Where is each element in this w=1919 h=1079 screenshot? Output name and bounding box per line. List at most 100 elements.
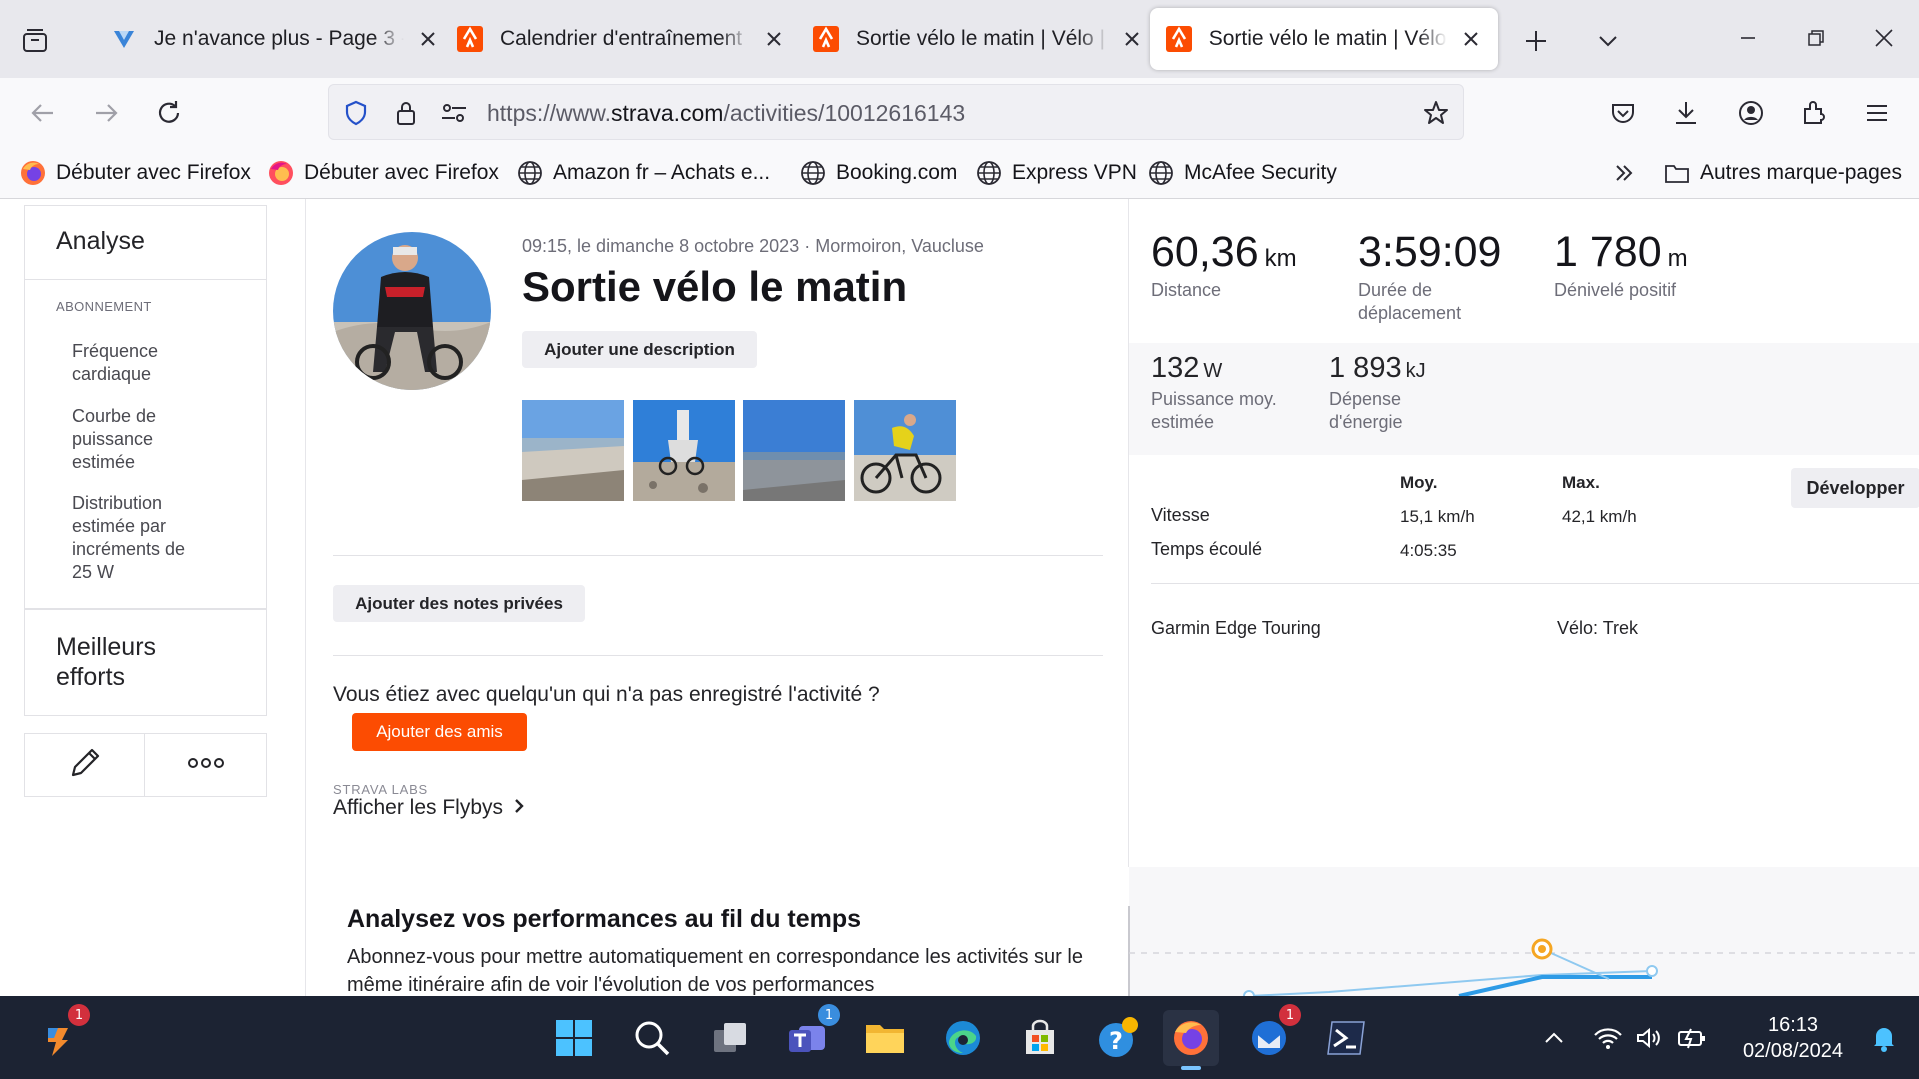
url-text[interactable]: https://www.strava.com/activities/100126… xyxy=(487,100,965,127)
bookmark-booking[interactable]: Booking.com xyxy=(800,158,957,188)
sidebar-item-power-distribution[interactable]: Distribution estimée par incréments de 2… xyxy=(72,492,222,584)
extensions-icon[interactable] xyxy=(1791,90,1837,136)
mail-v-icon xyxy=(110,25,138,53)
stat-distance: 60,36 km Distance xyxy=(1151,228,1297,302)
search-icon[interactable] xyxy=(624,1010,680,1066)
distance-unit: km xyxy=(1264,245,1297,272)
item-line: incréments de xyxy=(72,539,186,559)
pencil-icon xyxy=(65,743,105,788)
bookmark-firefox-1[interactable]: Débuter avec Firefox xyxy=(20,158,251,188)
taskbar-app-weather-icon[interactable]: 1 xyxy=(30,1004,90,1066)
distance-label: Distance xyxy=(1151,280,1222,300)
promo-body: Abonnez-vous pour mettre automatiquement… xyxy=(347,946,1083,996)
bookmark-label: McAfee Security xyxy=(1184,161,1337,184)
tab-activity-active[interactable]: Sortie vélo le matin | Vélo | xyxy=(1150,8,1498,70)
teams-icon[interactable]: 1 xyxy=(780,1004,840,1066)
row-label-elapsed: Temps écoulé xyxy=(1151,539,1263,559)
more-bookmarks-chevron-icon[interactable] xyxy=(1612,158,1636,188)
new-tab-icon[interactable] xyxy=(1515,20,1557,62)
bookmark-firefox-2[interactable]: Débuter avec Firefox xyxy=(268,158,499,188)
promo-title: Analysez vos performances au fil du temp… xyxy=(347,905,862,933)
close-tab-icon[interactable] xyxy=(416,27,440,51)
minimize-icon[interactable] xyxy=(1718,14,1778,62)
tracking-protection-shield-icon[interactable] xyxy=(341,98,371,128)
reload-icon[interactable] xyxy=(146,90,192,136)
menu-hamburger-icon[interactable] xyxy=(1854,90,1900,136)
activity-photo-1[interactable] xyxy=(522,400,624,501)
bike-name: Vélo: Trek xyxy=(1557,618,1639,638)
system-clock[interactable]: 16:13 02/08/2024 xyxy=(1728,1012,1858,1064)
volume-icon[interactable] xyxy=(1631,1020,1667,1056)
energy-value: 1 893 xyxy=(1329,352,1402,384)
activity-photo-2[interactable] xyxy=(633,400,735,501)
col-avg-header: Moy. xyxy=(1400,473,1438,492)
chevron-right-icon xyxy=(513,796,525,820)
permissions-icon[interactable] xyxy=(439,98,469,128)
elevation-unit: m xyxy=(1667,245,1688,272)
restore-icon[interactable] xyxy=(1786,14,1846,62)
downloads-icon[interactable] xyxy=(1663,90,1709,136)
sidebar-item-power-curve[interactable]: Courbe de puissance estimée xyxy=(72,405,222,474)
notifications-bell-icon[interactable] xyxy=(1866,1020,1902,1056)
firefox-view-icon[interactable] xyxy=(14,20,56,62)
promo-chart-graphic xyxy=(1129,938,1919,996)
stat-energy: 1 893 kJ Dépense d'énergie xyxy=(1329,352,1426,434)
globe-icon xyxy=(976,160,1002,186)
tab-calendar[interactable]: Calendrier d'entraînement | xyxy=(440,8,802,70)
help-icon[interactable]: ? xyxy=(1090,1010,1146,1066)
battery-charging-icon[interactable] xyxy=(1674,1020,1710,1056)
bookmark-star-icon[interactable] xyxy=(1421,98,1451,128)
forward-arrow-icon[interactable] xyxy=(83,90,129,136)
bookmark-expressvpn[interactable]: Express VPN xyxy=(976,158,1137,188)
bookmark-mcafee[interactable]: McAfee Security xyxy=(1148,158,1337,188)
powershell-icon[interactable] xyxy=(1318,1010,1374,1066)
other-bookmarks-folder[interactable]: Autres marque-pages xyxy=(1664,158,1902,188)
tray-overflow-chevron-icon[interactable] xyxy=(1536,1020,1572,1056)
account-icon[interactable] xyxy=(1728,90,1774,136)
windows-start-icon[interactable] xyxy=(546,1010,602,1066)
edit-button[interactable] xyxy=(24,733,145,797)
tab-activity-1[interactable]: Sortie vélo le matin | Vélo | xyxy=(796,8,1160,70)
best-efforts-heading[interactable]: Meilleurs efforts xyxy=(56,632,156,692)
power-unit: W xyxy=(1203,360,1223,382)
close-window-icon[interactable] xyxy=(1854,14,1914,62)
back-arrow-icon[interactable] xyxy=(20,90,66,136)
tab-title: Sortie vélo le matin | Vélo | xyxy=(856,27,1106,50)
label-line: Puissance moy. xyxy=(1151,389,1277,409)
bookmark-amazon[interactable]: Amazon fr – Achats e... xyxy=(517,158,770,188)
wifi-icon[interactable] xyxy=(1590,1020,1626,1056)
tab-forum[interactable]: Je n'avance plus - Page 3 - xyxy=(94,8,456,70)
address-bar[interactable]: https://www.strava.com/activities/100126… xyxy=(328,84,1464,140)
item-line: cardiaque xyxy=(72,364,152,384)
add-private-notes-button[interactable]: Ajouter des notes privées xyxy=(333,585,585,622)
pocket-icon[interactable] xyxy=(1600,90,1646,136)
add-description-button[interactable]: Ajouter une description xyxy=(522,331,757,368)
sidebar-item-heart-rate[interactable]: Fréquence cardiaque xyxy=(72,340,222,386)
folder-icon xyxy=(1664,160,1690,186)
close-tab-icon[interactable] xyxy=(1120,27,1144,51)
task-view-icon[interactable] xyxy=(702,1010,758,1066)
activity-photo-3[interactable] xyxy=(743,400,845,501)
athlete-avatar[interactable] xyxy=(333,232,491,390)
add-friends-button[interactable]: Ajouter des amis xyxy=(352,713,527,751)
more-actions-button[interactable] xyxy=(144,733,267,797)
firefox-taskbar-icon[interactable] xyxy=(1163,1010,1219,1070)
moving-time-value: 3:59:09 xyxy=(1358,228,1502,276)
bookmark-label: Débuter avec Firefox xyxy=(304,161,499,184)
file-explorer-icon[interactable] xyxy=(857,1010,913,1066)
edge-icon[interactable] xyxy=(935,1010,991,1066)
notification-badge: 1 xyxy=(818,1004,840,1026)
activity-photo-4[interactable] xyxy=(854,400,956,501)
close-tab-icon[interactable] xyxy=(762,27,786,51)
develop-button[interactable]: Développer xyxy=(1791,468,1919,508)
flybys-link[interactable]: Afficher les Flybys xyxy=(333,796,525,820)
lock-icon[interactable] xyxy=(391,98,421,128)
close-tab-icon[interactable] xyxy=(1459,27,1482,51)
tab-title: Je n'avance plus - Page 3 - xyxy=(154,27,404,50)
microsoft-store-icon[interactable] xyxy=(1012,1010,1068,1066)
analyse-heading[interactable]: Analyse xyxy=(56,227,145,256)
elevation-label: Dénivelé positif xyxy=(1554,280,1677,300)
thunderbird-icon[interactable]: 1 xyxy=(1241,1004,1301,1066)
tab-list-chevron-icon[interactable] xyxy=(1587,20,1629,62)
more-dots-icon xyxy=(186,756,226,775)
